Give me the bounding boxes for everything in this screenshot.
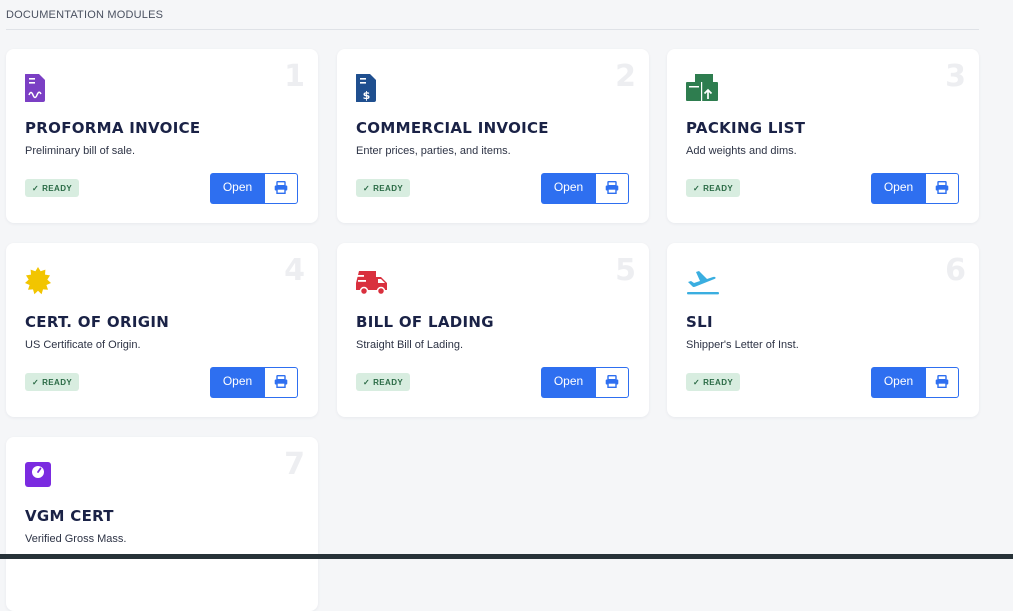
module-card-commercial-invoice: 2 $ COMMERCIAL INVOICE Enter prices, par… <box>337 49 649 223</box>
print-icon <box>935 374 949 391</box>
open-button[interactable]: Open <box>210 367 265 398</box>
module-card-proforma-invoice: 1 PROFORMA INVOICE Preliminary bill of s… <box>6 49 318 223</box>
card-description: Add weights and dims. <box>686 145 797 157</box>
print-icon <box>274 374 288 391</box>
svg-text:$: $ <box>363 89 371 102</box>
card-number: 6 <box>945 253 966 288</box>
boxes-packing-icon <box>686 73 720 103</box>
section-divider <box>6 29 979 30</box>
card-description: Preliminary bill of sale. <box>25 145 136 157</box>
open-button[interactable]: Open <box>871 173 926 204</box>
check-icon: ✓ <box>32 377 40 387</box>
status-badge: ✓ READY <box>686 179 741 197</box>
card-description: Straight Bill of Lading. <box>356 339 464 351</box>
status-badge-label: READY <box>703 377 734 387</box>
print-icon <box>605 374 619 391</box>
section-title: DOCUMENTATION MODULES <box>6 9 164 21</box>
print-button[interactable] <box>264 367 298 398</box>
check-icon: ✓ <box>693 377 701 387</box>
card-title: PROFORMA INVOICE <box>25 119 201 137</box>
open-button[interactable]: Open <box>210 173 265 204</box>
print-button[interactable] <box>925 367 959 398</box>
status-badge-label: READY <box>703 183 734 193</box>
print-icon <box>274 180 288 197</box>
card-description: Shipper's Letter of Inst. <box>686 339 799 351</box>
card-description: Verified Gross Mass. <box>25 533 127 545</box>
card-number: 4 <box>284 253 305 288</box>
check-icon: ✓ <box>32 183 40 193</box>
open-button[interactable]: Open <box>541 173 596 204</box>
contract-icon <box>24 73 59 103</box>
print-button[interactable] <box>925 173 959 204</box>
card-description: US Certificate of Origin. <box>25 339 141 351</box>
certificate-seal-icon <box>25 267 59 297</box>
card-number: 7 <box>284 447 305 482</box>
card-title: COMMERCIAL INVOICE <box>356 119 549 137</box>
print-icon <box>605 180 619 197</box>
card-title: VGM CERT <box>25 507 114 525</box>
status-badge: ✓ READY <box>356 373 411 391</box>
open-button[interactable]: Open <box>541 367 596 398</box>
print-icon <box>935 180 949 197</box>
check-icon: ✓ <box>363 183 371 193</box>
status-badge: ✓ READY <box>25 179 80 197</box>
bottom-bar <box>0 554 1013 559</box>
status-badge: ✓ READY <box>356 179 411 197</box>
module-card-sli: 6 SLI Shipper's Letter of Inst. ✓ READY O… <box>667 243 979 417</box>
weight-scale-icon <box>25 461 59 491</box>
module-card-cert-of-origin: 4 CERT. OF ORIGIN US Certificate of Orig… <box>6 243 318 417</box>
truck-fast-icon <box>356 267 390 297</box>
check-icon: ✓ <box>363 377 371 387</box>
module-card-vgm-cert: 7 VGM CERT Verified Gross Mass. <box>6 437 318 611</box>
card-description: Enter prices, parties, and items. <box>356 145 511 157</box>
open-button[interactable]: Open <box>871 367 926 398</box>
plane-departure-icon <box>686 267 720 297</box>
card-title: BILL OF LADING <box>356 313 494 331</box>
module-card-bill-of-lading: 5 BILL OF LADING Straight Bill of Lading… <box>337 243 649 417</box>
card-title: PACKING LIST <box>686 119 806 137</box>
print-button[interactable] <box>595 173 629 204</box>
card-number: 5 <box>615 253 636 288</box>
card-number: 3 <box>945 59 966 94</box>
print-button[interactable] <box>595 367 629 398</box>
print-button[interactable] <box>264 173 298 204</box>
invoice-dollar-icon: $ <box>355 73 390 103</box>
status-badge-label: READY <box>42 377 73 387</box>
status-badge-label: READY <box>42 183 73 193</box>
card-title: SLI <box>686 313 713 331</box>
module-card-packing-list: 3 PACKING LIST Add weights and dims. ✓ RE… <box>667 49 979 223</box>
status-badge-label: READY <box>373 183 404 193</box>
status-badge: ✓ READY <box>686 373 741 391</box>
status-badge: ✓ READY <box>25 373 80 391</box>
status-badge-label: READY <box>373 377 404 387</box>
check-icon: ✓ <box>693 183 701 193</box>
card-number: 1 <box>284 59 305 94</box>
card-title: CERT. OF ORIGIN <box>25 313 170 331</box>
card-number: 2 <box>615 59 636 94</box>
